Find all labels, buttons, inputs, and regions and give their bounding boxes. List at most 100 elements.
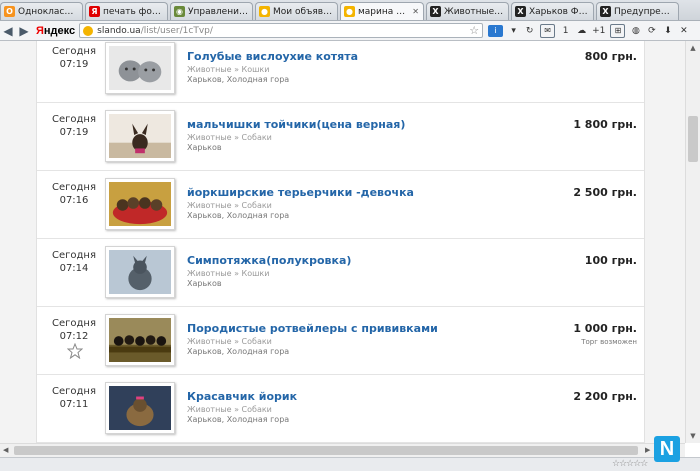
puzzle-icon[interactable]: ⊞	[610, 23, 626, 38]
tab-label: марина Харь...	[358, 6, 409, 17]
site-icon: ◉	[174, 6, 185, 17]
download-icon[interactable]: ⬇	[662, 25, 673, 37]
listing-price: 2 200 грн.	[573, 390, 637, 403]
scroll-left-icon[interactable]: ◀	[3, 444, 8, 457]
horizontal-scroll-thumb[interactable]	[14, 446, 638, 455]
listing-photo[interactable]	[105, 110, 175, 162]
listing-date: Сегодня 07:14	[43, 249, 105, 275]
listing-title-link[interactable]: Породистые ротвейлеры с прививками	[187, 322, 438, 335]
forum-icon: Х	[430, 6, 441, 17]
listing-city: Харьков	[187, 143, 222, 152]
listing-category: Животные » Собаки	[187, 201, 272, 210]
status-bar	[0, 457, 700, 471]
cloud-icon[interactable]: ☁	[576, 25, 587, 37]
listing-day: Сегодня	[52, 318, 96, 329]
tab-label: Предупрежден...	[614, 6, 674, 17]
listing-photo[interactable]	[105, 314, 175, 366]
listing-day: Сегодня	[52, 250, 96, 261]
listing-price: 100 грн.	[584, 254, 637, 267]
listing-day: Сегодня	[52, 46, 96, 57]
refresh-icon[interactable]: ⟳	[646, 25, 657, 37]
vertical-scroll-thumb[interactable]	[688, 116, 698, 162]
settings-icon[interactable]: ✕	[678, 25, 689, 37]
slando-icon: ●	[344, 6, 355, 17]
listing-price: 1 800 грн.	[573, 118, 637, 131]
browser-toolbar: ◀ ▶ Яндекс slando.ua/list/user/1cTvp/ ☆ …	[0, 21, 700, 41]
listing-category: Животные » Кошки	[187, 65, 270, 74]
listing-price-note: Торг возможен	[581, 338, 637, 346]
listing-table: Сегодня 07:19 Голубые вислоухие котята Живо…	[36, 41, 645, 443]
listing-city: Харьков, Холодная гора	[187, 347, 290, 356]
listing-price: 800 грн.	[584, 50, 637, 63]
mail-icon[interactable]: ✉	[540, 23, 556, 38]
browser-tab[interactable]: Япечать фотограф...	[85, 2, 168, 20]
browser-tab[interactable]: ХЖивотные - Ст...	[426, 2, 509, 20]
listing-title-link[interactable]: Симпотяжка(полукровка)	[187, 254, 351, 267]
tab-close-icon[interactable]: ✕	[412, 7, 419, 16]
favorite-star-icon[interactable]	[66, 342, 84, 360]
yandex-logo[interactable]: Яндекс	[36, 25, 75, 37]
listing-title-link[interactable]: Красавчик йорик	[187, 390, 297, 403]
plus-one-badge[interactable]: +1	[592, 25, 605, 37]
listing-photo[interactable]	[105, 382, 175, 434]
listing-city: Харьков	[187, 279, 222, 288]
listing-date: Сегодня 07:11	[43, 385, 105, 411]
listing-photo[interactable]	[105, 178, 175, 230]
listing-day: Сегодня	[52, 386, 96, 397]
tab-label: Животные - Ст...	[444, 6, 504, 17]
browser-tab[interactable]: ХПредупрежден...	[596, 2, 679, 20]
listing-title-link[interactable]: йоркширские терьерчики -девочка	[187, 186, 414, 199]
dropdown-icon[interactable]: ▾	[508, 25, 519, 37]
browser-tab[interactable]: ●марина Харь...✕	[340, 2, 424, 20]
rating-stars-icon: ☆☆☆☆☆	[612, 459, 648, 469]
vertical-scrollbar[interactable]: ▲ ▼	[685, 41, 700, 443]
listing-time: 07:14	[59, 263, 89, 274]
listing-date: Сегодня 07:19	[43, 45, 105, 71]
forum-icon: Х	[600, 6, 611, 17]
browser-tab[interactable]: ХХарьков Форум...	[511, 2, 594, 20]
scroll-up-icon[interactable]: ▲	[686, 41, 700, 55]
extension-icon[interactable]: ◍	[630, 25, 641, 37]
browser-tab[interactable]: ●Мои объявлени...	[255, 2, 338, 20]
listing-row: Сегодня 07:19 мальчишки тойчики(цена верна…	[37, 103, 644, 171]
back-arrow-icon[interactable]: ◀	[0, 24, 16, 38]
listing-photo[interactable]	[105, 246, 175, 298]
browser-tab[interactable]: ООдноклассники	[0, 2, 83, 20]
n-app-icon[interactable]: N	[654, 436, 680, 462]
toolbar-icons: i ▾ ↻ ✉ 1 ☁ +1 ⊞ ◍ ⟳ ⬇ ✕	[488, 23, 689, 38]
address-url[interactable]: slando.ua/list/user/1cTvp/	[97, 26, 469, 36]
forward-arrow-icon[interactable]: ▶	[16, 24, 32, 38]
listing-row: Сегодня 07:19 Голубые вислоухие котята Живо…	[37, 41, 644, 103]
listing-title-link[interactable]: Голубые вислоухие котята	[187, 50, 358, 63]
listing-time: 07:19	[59, 59, 89, 70]
info-icon[interactable]: i	[488, 24, 504, 37]
horizontal-scrollbar[interactable]: ◀ ▶	[0, 443, 685, 457]
listing-city: Харьков, Холодная гора	[187, 211, 290, 220]
listing-title-link[interactable]: мальчишки тойчики(цена верная)	[187, 118, 405, 131]
browser-tab-strip: ООдноклассникиЯпечать фотограф...◉Управл…	[0, 0, 700, 21]
tab-label: Мои объявлени...	[273, 6, 333, 17]
listing-category: Животные » Собаки	[187, 337, 272, 346]
listing-price: 1 000 грн.	[573, 322, 637, 335]
scroll-down-icon[interactable]: ▼	[686, 429, 700, 443]
slando-icon: ●	[259, 6, 270, 17]
bookmark-star-icon[interactable]: ☆	[469, 24, 479, 37]
listing-time: 07:12	[59, 331, 89, 342]
listing-row: Сегодня 07:16 йоркширские терьерчики -дево…	[37, 171, 644, 239]
mail-count: 1	[562, 25, 569, 36]
address-bar[interactable]: slando.ua/list/user/1cTvp/ ☆	[79, 23, 484, 38]
url-path: /list/user/1cTvp/	[140, 25, 213, 36]
listing-time: 07:11	[59, 399, 89, 410]
browser-tab[interactable]: ◉Управление об...	[170, 2, 253, 20]
listing-day: Сегодня	[52, 114, 96, 125]
scroll-right-icon[interactable]: ▶	[645, 444, 650, 457]
tab-label: Управление об...	[188, 6, 248, 17]
listing-time: 07:16	[59, 195, 89, 206]
site-favicon-icon	[83, 25, 94, 36]
listing-city: Харьков, Холодная гора	[187, 75, 290, 84]
tab-label: Одноклассники	[18, 6, 78, 17]
listing-photo[interactable]	[105, 42, 175, 94]
translate-icon[interactable]: ↻	[524, 25, 535, 37]
listing-category: Животные » Кошки	[187, 269, 270, 278]
listing-category: Животные » Собаки	[187, 405, 272, 414]
